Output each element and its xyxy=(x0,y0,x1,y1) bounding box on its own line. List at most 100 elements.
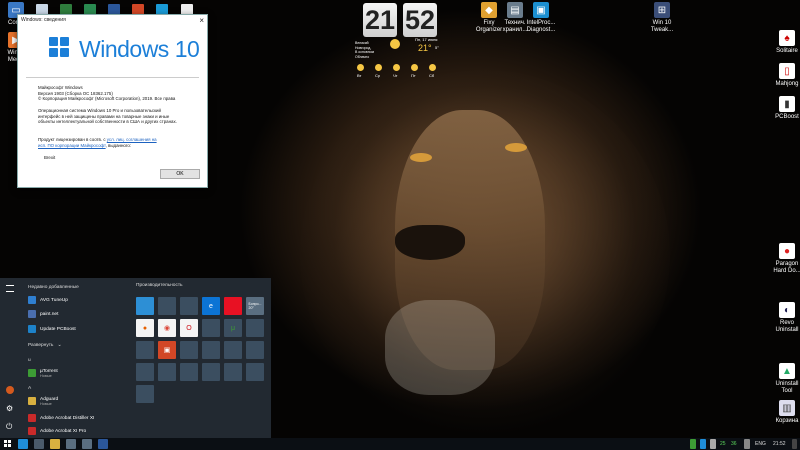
app-item-acrobat-pro[interactable]: Adobe Acrobat XI Pro xyxy=(28,426,86,436)
tile-app-16[interactable] xyxy=(224,341,242,359)
forecast-icon-5 xyxy=(429,64,436,71)
forecast-icon-2 xyxy=(375,64,382,71)
start-menu-rail: ⚙ ⏻ xyxy=(0,278,20,438)
desktop-icon-paragon[interactable]: ● Paragon Hard Do... xyxy=(772,243,800,275)
taskbar-app-icon-6[interactable] xyxy=(98,439,108,449)
tray-value-2: 36 xyxy=(731,441,737,447)
license-link[interactable]: усл. лиц. соглашения на xyxy=(107,137,157,142)
tile-app-1[interactable] xyxy=(136,297,154,315)
file-explorer-icon[interactable] xyxy=(50,439,60,449)
desktop-icon-recycle-bin[interactable]: ▥ Корзина xyxy=(772,400,800,425)
edge-icon: e xyxy=(209,302,213,310)
tile-firefox[interactable]: ● xyxy=(136,319,154,337)
windows-logo-text: Windows 10 xyxy=(79,36,200,62)
ok-button[interactable]: OK xyxy=(160,169,200,179)
forecast-day-5: Сб xyxy=(429,73,435,78)
tile-office[interactable]: ▣ xyxy=(158,341,176,359)
firefox-icon: ● xyxy=(142,324,148,332)
tile-weather[interactable]: Бопро... 20° xyxy=(246,297,264,315)
clock-minutes: 52 xyxy=(403,3,437,37)
intel-diagnostic-icon: ▣ xyxy=(533,2,549,18)
tile-app-21[interactable] xyxy=(202,363,220,381)
volume-icon[interactable] xyxy=(744,439,750,449)
dialog-titlebar: Windows: сведения × xyxy=(18,15,207,26)
paintnet-icon xyxy=(28,310,36,318)
desktop-icon-mahjong[interactable]: ▯ Mahjong xyxy=(772,63,800,88)
tile-edge[interactable]: e xyxy=(202,297,220,315)
recently-added-header: Недавно добавленные xyxy=(28,285,79,290)
edge-taskbar-icon[interactable] xyxy=(18,439,28,449)
weather-sun-icon xyxy=(390,39,400,49)
forecast-day-1: Вт xyxy=(357,73,362,78)
weather-date: Пн, 17 июня xyxy=(415,37,438,42)
letter-a[interactable]: A xyxy=(28,386,31,391)
settings-gear-icon[interactable]: ⚙ xyxy=(6,404,13,413)
tile-app-12[interactable] xyxy=(136,341,154,359)
desktop-icon-uninstall-tool[interactable]: ▲ Uninstall Tool xyxy=(772,363,800,395)
forecast-icon-1 xyxy=(357,64,364,71)
tile-app-14[interactable] xyxy=(180,341,198,359)
taskbar-app-icon-4[interactable] xyxy=(66,439,76,449)
tile-app-15[interactable] xyxy=(202,341,220,359)
tile-utorrent[interactable]: μ xyxy=(224,319,242,337)
app-item-utorrent[interactable]: µTorrent Новые xyxy=(28,368,58,378)
chrome-icon: ◉ xyxy=(163,325,171,332)
tile-chrome[interactable]: ◉ xyxy=(158,319,176,337)
app-list: Недавно добавленные AVG TuneUp paint.net… xyxy=(22,278,127,438)
tile-app-20[interactable] xyxy=(180,363,198,381)
tiles-group-header: Производительность xyxy=(136,283,183,288)
close-icon[interactable]: × xyxy=(199,15,204,26)
tile-app-3[interactable] xyxy=(180,297,198,315)
taskbar-clock[interactable]: 21:52 xyxy=(773,438,786,450)
tile-app-11[interactable] xyxy=(246,319,264,337)
app-item-adguard[interactable]: Adguard Новые xyxy=(28,396,58,406)
taskbar-app-icon-2[interactable] xyxy=(34,439,44,449)
app-item-paintnet[interactable]: paint.net xyxy=(28,309,58,319)
pcboost-update-icon xyxy=(28,325,36,333)
user-avatar-icon[interactable] xyxy=(6,386,14,394)
desktop-icon-pcboost[interactable]: ▮ PCBoost xyxy=(772,96,800,121)
tile-app-19[interactable] xyxy=(158,363,176,381)
tile-app-5[interactable] xyxy=(224,297,242,315)
language-indicator[interactable]: ENG xyxy=(755,438,766,450)
license-link-2[interactable]: исп. ПО корпорации Майкрософт xyxy=(38,143,106,148)
tile-app-18[interactable] xyxy=(136,363,154,381)
power-icon[interactable]: ⏻ xyxy=(6,422,12,432)
licensed-user: Brexit xyxy=(44,155,56,160)
uninstall-tool-icon: ▲ xyxy=(779,363,795,379)
tile-app-23[interactable] xyxy=(246,363,264,381)
desktop-icon-revo[interactable]: ◐ Revo Uninstall xyxy=(772,302,800,334)
start-button-windows-icon[interactable] xyxy=(3,439,13,449)
tray-app-icon-1[interactable] xyxy=(690,439,696,449)
taskbar-app-icon-5[interactable] xyxy=(82,439,92,449)
app-item-pcboost[interactable]: Update PCBoost xyxy=(28,324,76,334)
opera-icon: O xyxy=(186,324,192,332)
desktop-icon-intel[interactable]: ▣ IntelProc... Diagnost... xyxy=(526,2,556,34)
flip-clock-widget[interactable]: 21 52 xyxy=(363,3,441,37)
app-item-avg[interactable]: AVG TuneUp xyxy=(28,295,68,305)
hamburger-menu-icon[interactable] xyxy=(6,285,14,292)
forecast-icon-4 xyxy=(411,64,418,71)
utorrent-icon xyxy=(28,369,36,377)
about-windows-dialog: Windows: сведения × Windows 10 Майкрософ… xyxy=(17,14,208,188)
wallpaper-lion-chin xyxy=(385,300,495,395)
app-item-acrobat-distiller[interactable]: Adobe Acrobat Distiller XI xyxy=(28,413,94,423)
recycle-bin-icon: ▥ xyxy=(779,400,795,416)
tile-opera[interactable]: O xyxy=(180,319,198,337)
tile-app-9[interactable] xyxy=(202,319,220,337)
tweaker-icon: ⊞ xyxy=(654,2,670,18)
tile-app-17[interactable] xyxy=(246,341,264,359)
weather-temp: 21° xyxy=(418,43,432,53)
tray-app-icon-2[interactable] xyxy=(700,439,706,449)
tile-app-2[interactable] xyxy=(158,297,176,315)
letter-u[interactable]: u xyxy=(28,358,31,363)
desktop-icon-win10-tweaker[interactable]: ⊞ Win 10 Tweak... xyxy=(647,2,677,34)
weather-widget[interactable]: Великий Новгород, В основном Облачно Пн,… xyxy=(355,37,450,87)
notifications-icon[interactable] xyxy=(792,439,797,449)
expand-button[interactable]: Развернуть ⌄ xyxy=(28,340,61,350)
tray-app-icon-3[interactable] xyxy=(710,439,716,449)
tile-app-24[interactable] xyxy=(136,385,154,403)
weather-city: Великий Новгород, В основном Облачно xyxy=(355,41,375,59)
tile-app-22[interactable] xyxy=(224,363,242,381)
desktop-icon-solitaire[interactable]: ♠ Solitaire xyxy=(772,30,800,55)
